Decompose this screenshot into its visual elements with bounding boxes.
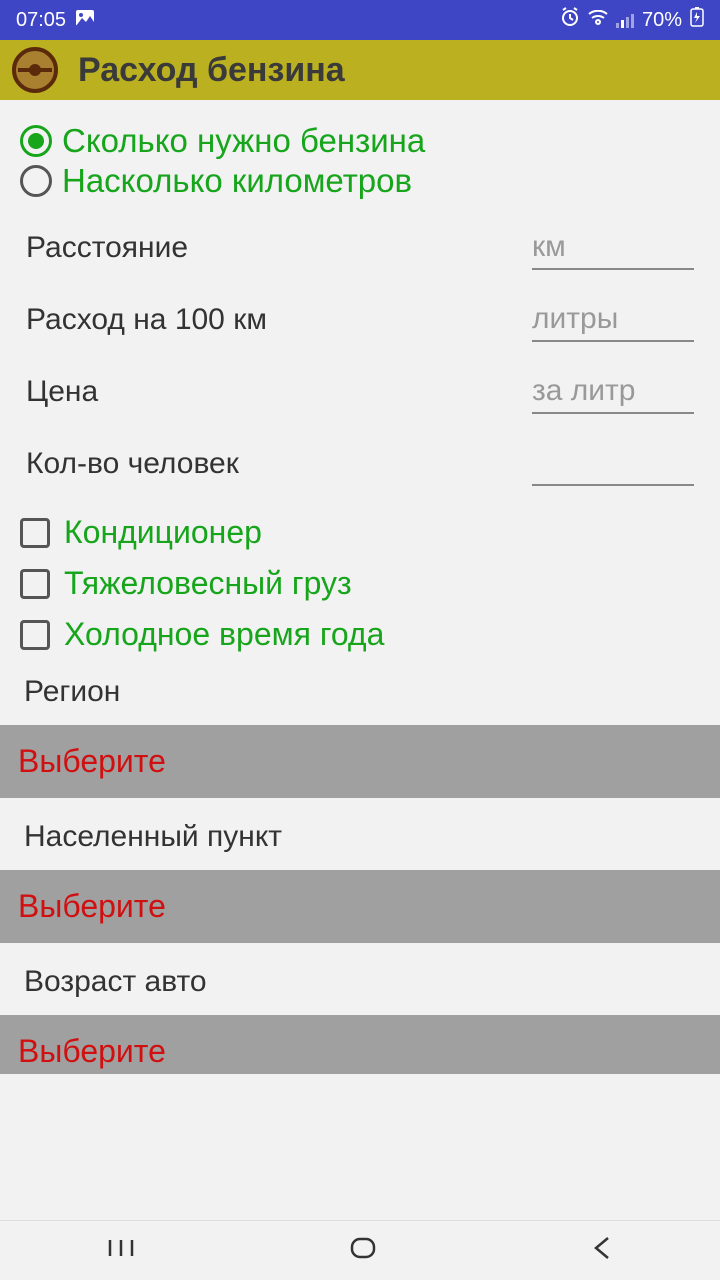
checkbox-heavy-load[interactable]: Тяжеловесный груз [20, 565, 700, 602]
consumption-label: Расход на 100 км [26, 303, 267, 337]
checkbox-icon [20, 569, 50, 599]
wifi-icon [588, 9, 608, 32]
radio-label: Сколько нужно бензина [62, 122, 425, 160]
car-age-select[interactable]: Выберите [0, 1015, 720, 1074]
select-placeholder: Выберите [18, 888, 702, 925]
main-content: Сколько нужно бензина Насколько километр… [0, 100, 720, 1074]
distance-input[interactable] [532, 226, 694, 270]
battery-icon [690, 7, 704, 33]
status-bar: 07:05 70% [0, 0, 720, 40]
checkbox-label: Холодное время года [64, 616, 384, 653]
car-age-label: Возраст авто [24, 965, 700, 999]
select-placeholder: Выберите [18, 1033, 702, 1070]
consumption-input[interactable] [532, 298, 694, 342]
city-label: Населенный пункт [24, 820, 700, 854]
price-input[interactable] [532, 370, 694, 414]
radio-selected-icon [20, 125, 52, 157]
radio-option-fuel-needed[interactable]: Сколько нужно бензина [20, 122, 700, 160]
signal-icon [616, 12, 634, 28]
checkbox-cold-season[interactable]: Холодное время года [20, 616, 700, 653]
checkbox-label: Кондиционер [64, 514, 262, 551]
price-label: Цена [26, 375, 98, 409]
radio-unselected-icon [20, 165, 52, 197]
app-bar: Расход бензина [0, 40, 720, 100]
navigation-bar [0, 1220, 720, 1280]
region-select[interactable]: Выберите [0, 725, 720, 798]
radio-option-distance[interactable]: Насколько километров [20, 162, 700, 200]
checkbox-icon [20, 518, 50, 548]
home-button[interactable] [348, 1235, 378, 1266]
image-icon [76, 9, 94, 32]
people-input[interactable] [532, 442, 694, 486]
battery-text: 70% [642, 9, 682, 32]
select-placeholder: Выберите [18, 743, 702, 780]
distance-label: Расстояние [26, 231, 188, 265]
city-select[interactable]: Выберите [0, 870, 720, 943]
checkbox-label: Тяжеловесный груз [64, 565, 352, 602]
radio-label: Насколько километров [62, 162, 412, 200]
steering-wheel-icon [12, 47, 58, 93]
status-time: 07:05 [16, 9, 66, 32]
checkbox-icon [20, 620, 50, 650]
app-title: Расход бензина [78, 51, 345, 90]
back-button[interactable] [590, 1234, 614, 1267]
recent-apps-button[interactable] [106, 1236, 136, 1265]
region-label: Регион [24, 675, 700, 709]
people-label: Кол-во человек [26, 447, 239, 481]
checkbox-ac[interactable]: Кондиционер [20, 514, 700, 551]
alarm-icon [560, 7, 580, 33]
